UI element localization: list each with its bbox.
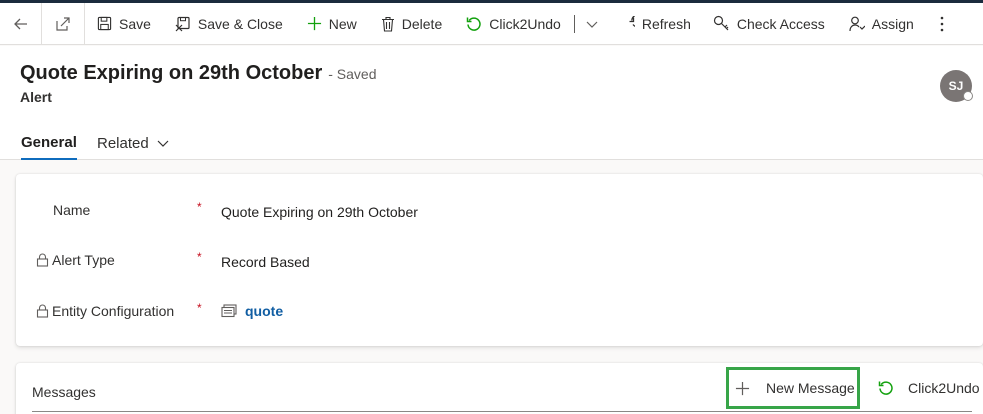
save-status: - Saved: [328, 66, 377, 82]
save-and-close-button[interactable]: Save & Close: [175, 3, 283, 45]
alert-type-value: Record Based: [221, 254, 310, 270]
new-message-label: New Message: [766, 380, 855, 396]
record-header: Quote Expiring on 29th October - Saved A…: [0, 46, 983, 160]
general-section-card: Name * Quote Expiring on 29th October Al…: [16, 174, 983, 346]
presence-indicator: [963, 91, 973, 101]
open-new-window-icon: [56, 16, 70, 31]
entity-configuration-label-group: Entity Configuration: [36, 303, 174, 319]
tab-general-label: General: [21, 133, 77, 151]
toolbar-separator: [573, 14, 575, 33]
check-access-button[interactable]: Check Access: [713, 3, 825, 45]
more-vertical-icon: [940, 16, 944, 31]
entity-name: Alert: [20, 89, 52, 105]
command-bar: Save Save & Close New Delete Click2Undo …: [0, 2, 983, 45]
new-message-button[interactable]: New Message: [726, 367, 860, 409]
messages-subgrid-card: Messages New Message Click2Undo: [16, 363, 983, 414]
page-title: Quote Expiring on 29th October: [20, 62, 323, 84]
back-arrow-icon: [13, 18, 27, 29]
click2undo-dropdown-button[interactable]: [585, 3, 599, 45]
back-button[interactable]: [0, 2, 42, 45]
refresh-button[interactable]: Refresh: [619, 3, 691, 45]
record-icon: [221, 304, 237, 318]
required-indicator: *: [197, 250, 202, 264]
plus-icon: [307, 16, 321, 31]
lock-icon: [36, 304, 49, 318]
chevron-down-icon: [157, 140, 169, 147]
tab-related-label: Related: [97, 134, 149, 152]
save-and-close-icon: [175, 16, 190, 31]
name-value[interactable]: Quote Expiring on 29th October: [221, 204, 418, 220]
click2undo-label: Click2Undo: [489, 15, 561, 32]
alert-type-label-group: Alert Type: [36, 252, 115, 268]
key-icon: [713, 15, 729, 31]
trash-icon: [381, 16, 394, 32]
open-in-new-window-button[interactable]: [42, 2, 85, 45]
required-indicator: *: [197, 200, 202, 214]
title-row: Quote Expiring on 29th October - Saved: [20, 62, 377, 85]
entity-configuration-label: Entity Configuration: [52, 303, 175, 319]
tab-related[interactable]: Related: [97, 126, 169, 160]
refresh-label: Refresh: [641, 15, 691, 32]
person-icon: [849, 16, 865, 31]
assign-button[interactable]: Assign: [849, 3, 914, 45]
more-commands-button[interactable]: [940, 3, 944, 45]
assign-label: Assign: [871, 15, 914, 32]
save-button[interactable]: Save: [97, 3, 151, 45]
messages-title: Messages: [32, 384, 96, 400]
entity-configuration-lookup[interactable]: quote: [221, 303, 283, 319]
messages-grid-divider: [32, 411, 972, 412]
undo-icon: [878, 381, 893, 395]
new-label: New: [328, 15, 357, 32]
alert-type-field: Alert Type * Record Based: [16, 246, 983, 276]
alert-type-label: Alert Type: [52, 252, 115, 268]
refresh-icon: [629, 15, 635, 27]
name-label: Name: [53, 202, 91, 218]
messages-click2undo-label: Click2Undo: [908, 380, 980, 396]
delete-button[interactable]: Delete: [381, 3, 442, 45]
save-and-close-label: Save & Close: [197, 15, 283, 32]
new-button[interactable]: New: [307, 3, 357, 45]
messages-click2undo-button[interactable]: Click2Undo: [878, 380, 980, 396]
entity-configuration-field: Entity Configuration * quote: [16, 297, 983, 327]
delete-label: Delete: [401, 15, 443, 32]
required-indicator: *: [197, 301, 202, 315]
save-icon: [97, 16, 112, 31]
lock-icon: [36, 253, 49, 267]
plus-icon: [735, 381, 750, 395]
undo-icon: [466, 16, 481, 31]
entity-configuration-link[interactable]: quote: [245, 303, 283, 319]
save-label: Save: [119, 15, 151, 32]
chevron-down-icon: [586, 21, 598, 28]
check-access-label: Check Access: [736, 15, 825, 32]
click2undo-button[interactable]: Click2Undo: [466, 3, 561, 45]
name-field: Name * Quote Expiring on 29th October: [16, 196, 983, 226]
tab-general[interactable]: General: [21, 126, 77, 160]
